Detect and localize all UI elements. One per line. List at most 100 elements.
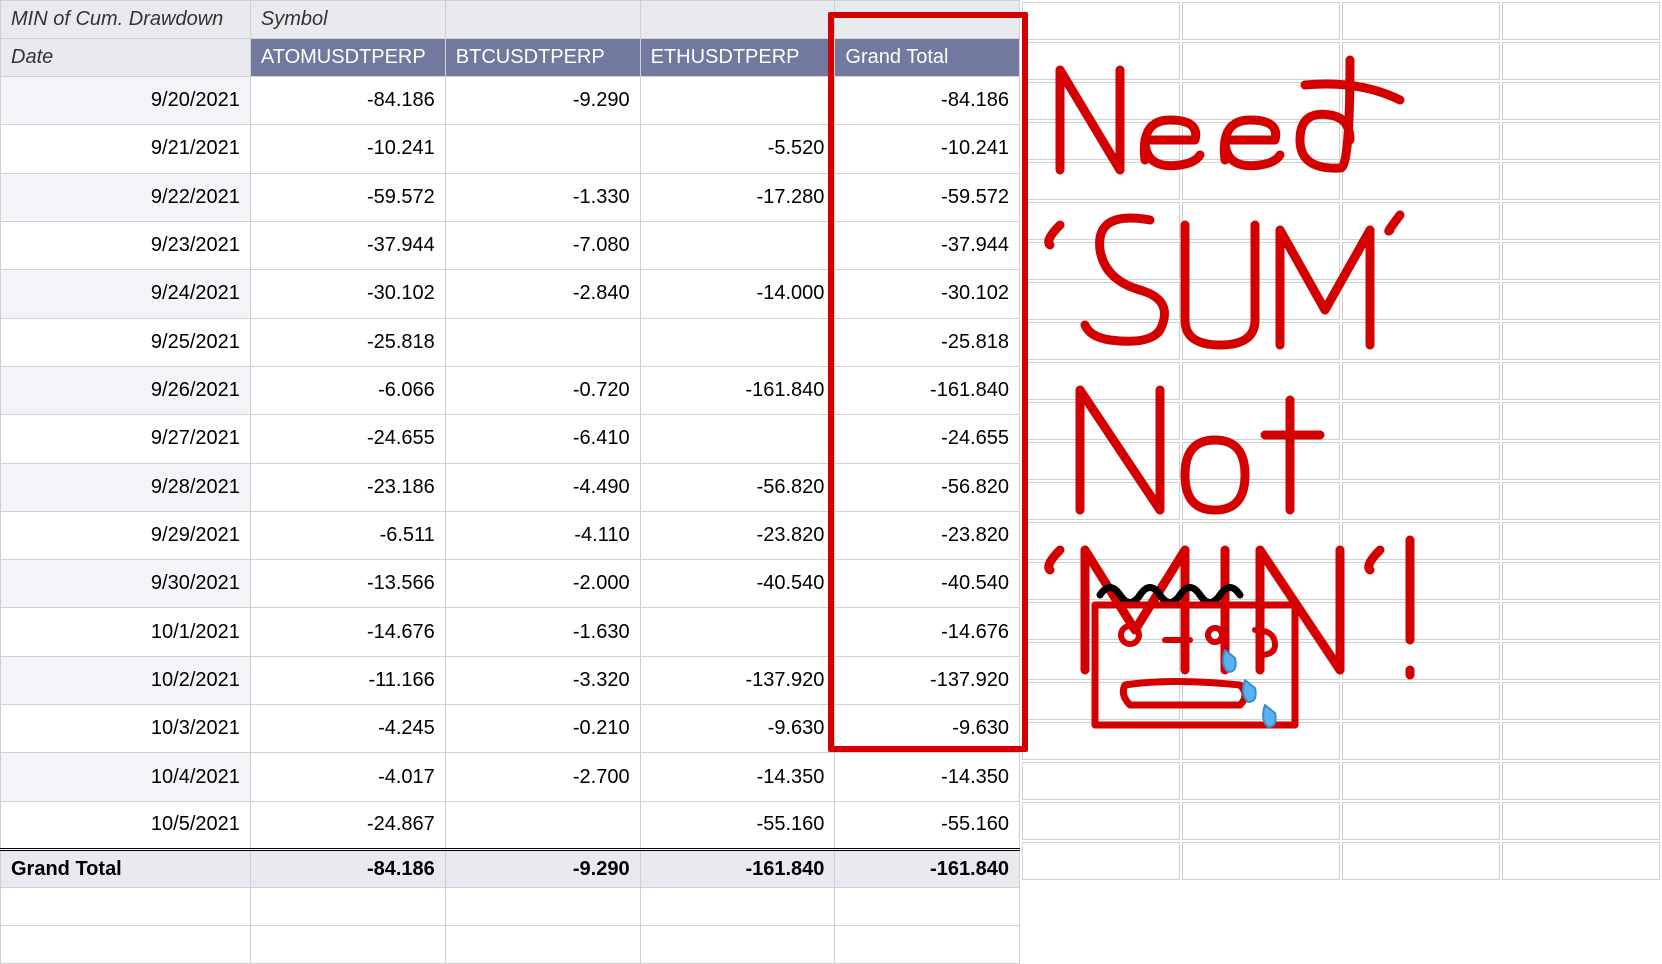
empty-cell[interactable] bbox=[1022, 202, 1180, 240]
empty-cell[interactable] bbox=[1502, 402, 1660, 440]
empty-cell[interactable] bbox=[1342, 82, 1500, 120]
empty-cell[interactable] bbox=[1022, 842, 1180, 880]
value-cell[interactable]: -14.350 bbox=[835, 753, 1020, 801]
value-cell[interactable]: -2.000 bbox=[445, 560, 640, 608]
value-cell[interactable]: -23.820 bbox=[835, 511, 1020, 559]
value-cell[interactable]: -9.630 bbox=[835, 705, 1020, 753]
empty-cell[interactable] bbox=[1342, 402, 1500, 440]
empty-cell[interactable] bbox=[1502, 362, 1660, 400]
empty-cell[interactable] bbox=[1182, 562, 1340, 600]
value-cell[interactable]: -9.290 bbox=[445, 77, 640, 125]
empty-cell[interactable] bbox=[1022, 42, 1180, 80]
pivot-table[interactable]: MIN of Cum. Drawdown Symbol Date ATOMUSD… bbox=[0, 0, 1020, 964]
empty-cell[interactable] bbox=[1022, 682, 1180, 720]
value-cell[interactable]: -13.566 bbox=[250, 560, 445, 608]
value-cell[interactable]: -4.110 bbox=[445, 511, 640, 559]
empty-cell[interactable] bbox=[1342, 482, 1500, 520]
empty-cell[interactable] bbox=[1342, 42, 1500, 80]
empty-cell[interactable] bbox=[835, 926, 1020, 964]
empty-cell[interactable] bbox=[445, 926, 640, 964]
value-cell[interactable]: -25.818 bbox=[835, 318, 1020, 366]
empty-cell[interactable] bbox=[1182, 242, 1340, 280]
value-cell[interactable]: -2.840 bbox=[445, 270, 640, 318]
value-cell[interactable]: -14.000 bbox=[640, 270, 835, 318]
pivot-row-header-label[interactable]: Date bbox=[1, 39, 251, 77]
value-cell[interactable] bbox=[640, 221, 835, 269]
empty-cell[interactable] bbox=[1, 926, 251, 964]
value-cell[interactable]: -84.186 bbox=[250, 77, 445, 125]
empty-cell[interactable] bbox=[1182, 802, 1340, 840]
empty-cell[interactable] bbox=[1182, 522, 1340, 560]
date-cell[interactable]: 9/28/2021 bbox=[1, 463, 251, 511]
grand-total-btc[interactable]: -9.290 bbox=[445, 850, 640, 888]
date-cell[interactable]: 10/5/2021 bbox=[1, 801, 251, 849]
empty-cell[interactable] bbox=[1342, 802, 1500, 840]
value-cell[interactable]: -1.630 bbox=[445, 608, 640, 656]
empty-cell[interactable] bbox=[1342, 282, 1500, 320]
value-cell[interactable] bbox=[445, 318, 640, 366]
date-cell[interactable]: 9/25/2021 bbox=[1, 318, 251, 366]
empty-cell[interactable] bbox=[1022, 562, 1180, 600]
column-header-atomusdtperp[interactable]: ATOMUSDTPERP bbox=[250, 39, 445, 77]
date-cell[interactable]: 10/3/2021 bbox=[1, 705, 251, 753]
empty-cell[interactable] bbox=[1182, 762, 1340, 800]
empty-cell[interactable] bbox=[1182, 202, 1340, 240]
empty-cell[interactable] bbox=[1342, 362, 1500, 400]
empty-cell[interactable] bbox=[640, 926, 835, 964]
empty-cell[interactable] bbox=[1182, 82, 1340, 120]
empty-cell[interactable] bbox=[250, 926, 445, 964]
empty-cell[interactable] bbox=[1342, 162, 1500, 200]
empty-cell[interactable] bbox=[1502, 682, 1660, 720]
value-cell[interactable]: -14.676 bbox=[835, 608, 1020, 656]
empty-cell[interactable] bbox=[1342, 2, 1500, 40]
empty-cell[interactable] bbox=[1182, 682, 1340, 720]
value-cell[interactable]: -56.820 bbox=[835, 463, 1020, 511]
value-cell[interactable]: -23.820 bbox=[640, 511, 835, 559]
empty-cell[interactable] bbox=[1182, 842, 1340, 880]
value-cell[interactable] bbox=[445, 125, 640, 173]
empty-cell[interactable] bbox=[250, 888, 445, 926]
empty-cell[interactable] bbox=[1502, 482, 1660, 520]
value-cell[interactable]: -7.080 bbox=[445, 221, 640, 269]
value-cell[interactable]: -40.540 bbox=[640, 560, 835, 608]
empty-cell[interactable] bbox=[1182, 2, 1340, 40]
empty-cell[interactable] bbox=[1022, 82, 1180, 120]
value-cell[interactable]: -4.490 bbox=[445, 463, 640, 511]
grand-total-label[interactable]: Grand Total bbox=[1, 850, 251, 888]
empty-cell[interactable] bbox=[445, 888, 640, 926]
value-cell[interactable]: -0.210 bbox=[445, 705, 640, 753]
empty-cell[interactable] bbox=[1022, 242, 1180, 280]
column-header-grand-total[interactable]: Grand Total bbox=[835, 39, 1020, 77]
empty-cell[interactable] bbox=[1182, 162, 1340, 200]
empty-cell[interactable] bbox=[1022, 282, 1180, 320]
value-cell[interactable]: -30.102 bbox=[835, 270, 1020, 318]
value-cell[interactable]: -137.920 bbox=[640, 656, 835, 704]
empty-cell[interactable] bbox=[1182, 322, 1340, 360]
empty-cell[interactable] bbox=[1182, 442, 1340, 480]
empty-cell[interactable] bbox=[1502, 82, 1660, 120]
empty-cell[interactable] bbox=[1342, 762, 1500, 800]
empty-cell[interactable] bbox=[1502, 122, 1660, 160]
column-header-ethusdtperp[interactable]: ETHUSDTPERP bbox=[640, 39, 835, 77]
value-cell[interactable]: -5.520 bbox=[640, 125, 835, 173]
date-cell[interactable]: 9/22/2021 bbox=[1, 173, 251, 221]
grand-total-eth[interactable]: -161.840 bbox=[640, 850, 835, 888]
empty-cell[interactable] bbox=[1182, 722, 1340, 760]
empty-cell[interactable] bbox=[1022, 322, 1180, 360]
empty-cell[interactable] bbox=[1342, 442, 1500, 480]
value-cell[interactable]: -25.818 bbox=[250, 318, 445, 366]
date-cell[interactable]: 10/2/2021 bbox=[1, 656, 251, 704]
empty-cell[interactable] bbox=[1022, 162, 1180, 200]
empty-cell[interactable] bbox=[1502, 602, 1660, 640]
empty-cell[interactable] bbox=[1502, 2, 1660, 40]
date-cell[interactable]: 9/29/2021 bbox=[1, 511, 251, 559]
value-cell[interactable]: -37.944 bbox=[835, 221, 1020, 269]
empty-cell[interactable] bbox=[1182, 602, 1340, 640]
empty-cell[interactable] bbox=[1502, 562, 1660, 600]
value-cell[interactable]: -9.630 bbox=[640, 705, 835, 753]
date-cell[interactable]: 9/23/2021 bbox=[1, 221, 251, 269]
spreadsheet-empty-area[interactable] bbox=[1020, 0, 1662, 964]
empty-header-cell[interactable] bbox=[640, 1, 835, 39]
empty-cell[interactable] bbox=[1502, 442, 1660, 480]
empty-cell[interactable] bbox=[1502, 162, 1660, 200]
